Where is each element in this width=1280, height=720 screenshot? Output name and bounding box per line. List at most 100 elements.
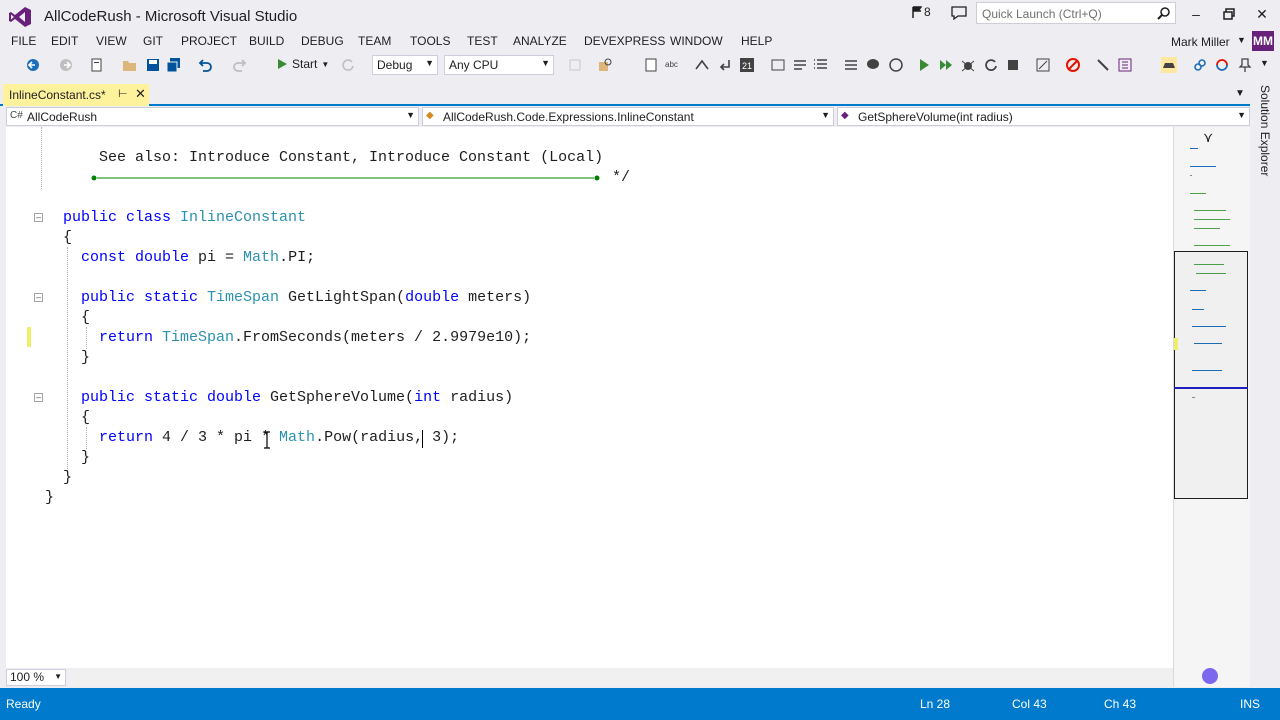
member-navigation-dropdown[interactable]: ◆ GetSphereVolume(int radius) ▼: [837, 107, 1250, 126]
tab-overflow-chevron-down-icon[interactable]: ▼: [1235, 88, 1245, 99]
type-navigation-dropdown[interactable]: ◆ AllCodeRush.Code.Expressions.InlineCon…: [422, 107, 834, 126]
car-icon[interactable]: [1161, 57, 1177, 73]
pin-icon[interactable]: [1237, 57, 1253, 73]
open-file-icon[interactable]: [122, 57, 138, 73]
return-statement-1: return TimeSpan.FromSeconds(meters / 2.9…: [99, 329, 531, 346]
navigate-icon[interactable]: [888, 57, 904, 73]
map-line: [1194, 228, 1220, 229]
attach-icon[interactable]: [567, 57, 583, 73]
menu-view[interactable]: VIEW: [96, 34, 127, 48]
link-icon[interactable]: [1192, 57, 1208, 73]
avatar[interactable]: MM: [1252, 31, 1274, 51]
menu-build[interactable]: BUILD: [249, 34, 284, 48]
back-icon[interactable]: [25, 57, 41, 73]
menu-help[interactable]: HELP: [741, 34, 772, 48]
map-line: [1190, 148, 1198, 149]
comment-separator: [91, 175, 600, 181]
restore-button[interactable]: [1215, 4, 1243, 24]
format-icon[interactable]: [694, 57, 710, 73]
debug-icon[interactable]: [960, 57, 976, 73]
profile-icon[interactable]: [1035, 57, 1051, 73]
run-icon[interactable]: [916, 57, 932, 73]
feedback-icon[interactable]: [950, 5, 968, 21]
zoom-value: 100 %: [10, 670, 45, 684]
quick-launch-input[interactable]: Quick Launch (Ctrl+Q): [976, 2, 1176, 24]
collapse-method-icon[interactable]: –: [34, 393, 43, 402]
undo-icon[interactable]: [197, 57, 213, 73]
map-line: [1194, 219, 1230, 220]
tools-icon[interactable]: [1095, 57, 1111, 73]
ibeam-cursor-icon: [264, 431, 270, 449]
menu-devexpress[interactable]: DEVEXPRESS: [584, 34, 665, 48]
horizontal-scrollbar[interactable]: [68, 669, 1173, 686]
code-map-icon[interactable]: [1117, 57, 1133, 73]
method-name: GetLightSpan(: [279, 289, 406, 306]
collapse-class-icon[interactable]: –: [34, 213, 43, 222]
clipboard-icon[interactable]: [643, 57, 659, 73]
save-icon[interactable]: [145, 57, 161, 73]
start-debugging-button[interactable]: Start ▼: [276, 57, 329, 71]
minimize-button[interactable]: –: [1182, 4, 1210, 24]
project-navigation-dropdown[interactable]: C# AllCodeRush ▼: [6, 107, 419, 126]
zoom-select[interactable]: 100 % ▼: [6, 669, 66, 686]
notifications-button[interactable]: 8: [912, 5, 931, 19]
return-expression: .FromSeconds(meters / 2.9979e10);: [234, 329, 532, 346]
solution-explorer-tab[interactable]: Solution Explorer: [1256, 85, 1272, 176]
menu-window[interactable]: WINDOW: [670, 34, 723, 48]
tab-inlineconstant[interactable]: InlineConstant.cs* ⊢ ✕: [3, 84, 149, 106]
map-line: [1190, 166, 1216, 167]
scrollbar-map-viewport[interactable]: [1174, 251, 1248, 499]
user-chevron-down-icon[interactable]: ▼: [1237, 35, 1246, 45]
configuration-chevron-down-icon: ▼: [425, 58, 434, 68]
align-icon[interactable]: [843, 57, 859, 73]
stop-icon[interactable]: [1005, 57, 1021, 73]
menu-team[interactable]: TEAM: [358, 34, 391, 48]
menu-edit[interactable]: EDIT: [51, 34, 78, 48]
platform-chevron-down-icon: ▼: [541, 58, 550, 68]
configuration-select[interactable]: Debug ▼: [372, 55, 438, 75]
forward-icon[interactable]: [58, 57, 74, 73]
flag-icon: [912, 6, 922, 18]
new-project-icon[interactable]: [89, 57, 105, 73]
close-button[interactable]: ✕: [1248, 4, 1276, 24]
spell-check-icon[interactable]: abc: [664, 57, 680, 73]
redo-icon[interactable]: [232, 57, 248, 73]
play-icon: [278, 59, 287, 69]
run-all-icon[interactable]: [938, 57, 954, 73]
speech-bubble-icon[interactable]: [865, 57, 881, 73]
toolbar-overflow-icon[interactable]: ▼: [1260, 58, 1269, 68]
platform-select[interactable]: Any CPU ▼: [444, 55, 554, 75]
comment-icon[interactable]: [770, 57, 786, 73]
kw-const-double: const double: [81, 249, 190, 266]
tab-label: InlineConstant.cs*: [9, 88, 106, 102]
pin-tab-icon[interactable]: ⊢: [118, 87, 128, 100]
return-statement-2: return 4 / 3 * pi * Math.Pow(radius, 3);: [99, 429, 459, 446]
devexpress-icon[interactable]: [1202, 668, 1218, 684]
no-entry-icon[interactable]: [1065, 57, 1081, 73]
user-name[interactable]: Mark Miller: [1171, 35, 1230, 49]
collapse-method-icon[interactable]: –: [34, 293, 43, 302]
menu-test[interactable]: TEST: [467, 34, 498, 48]
class-brace-open: {: [63, 229, 73, 246]
save-all-icon[interactable]: [166, 57, 182, 73]
menu-tools[interactable]: TOOLS: [410, 34, 450, 48]
step-back-icon[interactable]: [717, 57, 733, 73]
refresh-tests-icon[interactable]: [983, 57, 999, 73]
refresh-icon[interactable]: [340, 57, 356, 73]
code-editor[interactable]: See also: Introduce Constant, Introduce …: [6, 127, 1173, 668]
menu-analyze[interactable]: ANALYZE: [513, 34, 567, 48]
standard-toolbar: Start ▼ Debug ▼ Any CPU ▼ abc 21 ▼: [0, 53, 1280, 77]
list-icon[interactable]: [813, 57, 829, 73]
uncomment-icon[interactable]: [792, 57, 808, 73]
split-window-icon[interactable]: ⋎: [1203, 129, 1213, 146]
menu-file[interactable]: FILE: [11, 34, 36, 48]
line-number-icon[interactable]: 21: [739, 57, 755, 73]
close-tab-icon[interactable]: ✕: [135, 86, 146, 102]
menu-git[interactable]: GIT: [143, 34, 163, 48]
sync-icon[interactable]: [1214, 57, 1230, 73]
configuration-value: Debug: [377, 58, 413, 72]
method-getspherevolume: public static double GetSphereVolume(int…: [81, 389, 513, 406]
find-in-files-icon[interactable]: [597, 57, 613, 73]
menu-project[interactable]: PROJECT: [181, 34, 237, 48]
menu-debug[interactable]: DEBUG: [301, 34, 344, 48]
